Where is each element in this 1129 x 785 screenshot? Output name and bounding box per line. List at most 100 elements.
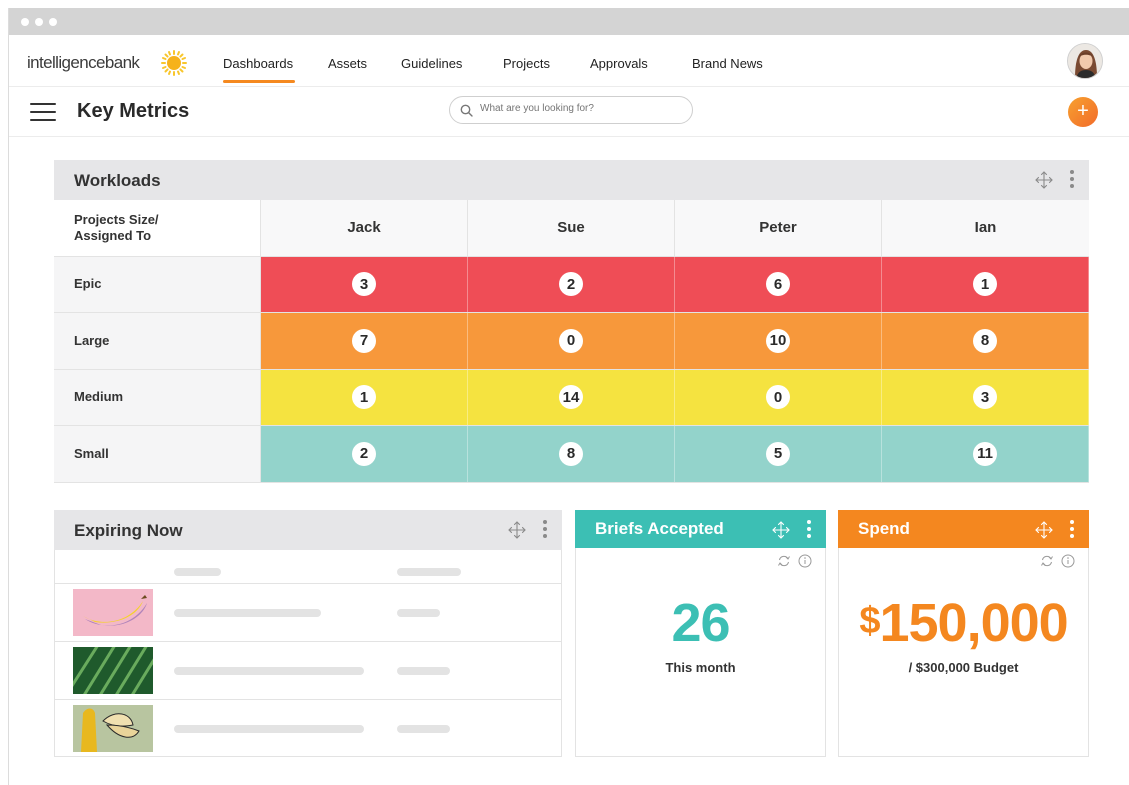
add-button[interactable]: +	[1068, 97, 1098, 127]
table-cell[interactable]: 1	[882, 256, 1089, 312]
list-item[interactable]	[55, 583, 561, 641]
list-item[interactable]	[55, 641, 561, 699]
user-avatar[interactable]	[1067, 43, 1103, 79]
count-badge: 1	[352, 385, 376, 410]
sun-logo-icon	[161, 50, 187, 76]
table-row: Small 2 8 5 11	[54, 426, 1089, 483]
list-item[interactable]	[55, 699, 561, 757]
count-badge: 3	[973, 385, 997, 410]
table-cell[interactable]: 0	[468, 313, 675, 369]
expiring-panel-header: Expiring Now	[54, 510, 562, 550]
banana-image-icon	[73, 589, 153, 636]
table-cell[interactable]: 2	[468, 256, 675, 312]
count-badge: 10	[765, 328, 791, 353]
table-cell[interactable]: 1	[261, 369, 468, 425]
brand-logo[interactable]: intelligencebank	[27, 53, 140, 73]
count-badge: 6	[766, 272, 790, 297]
count-badge: 14	[558, 385, 584, 410]
expiring-title: Expiring Now	[74, 521, 183, 540]
spend-card: $150,000 / $300,000 Budget	[838, 548, 1089, 757]
more-options-icon[interactable]	[1069, 520, 1075, 540]
count-badge: 3	[352, 272, 376, 297]
corner-label: Projects Size/ Assigned To	[54, 200, 261, 256]
table-cell[interactable]: 11	[882, 426, 1089, 482]
briefs-card: 26 This month	[575, 548, 826, 757]
nav-dashboards[interactable]: Dashboards	[223, 56, 293, 71]
row-label: Medium	[54, 369, 261, 425]
nav-assets[interactable]: Assets	[328, 56, 367, 71]
spend-value: 150,000	[879, 593, 1068, 653]
more-options-icon[interactable]	[1069, 170, 1075, 190]
move-icon[interactable]	[772, 521, 790, 539]
page-header: Key Metrics +	[9, 87, 1129, 137]
window-minimize-dot[interactable]	[35, 18, 43, 26]
currency-symbol: $	[859, 600, 880, 642]
window-close-dot[interactable]	[21, 18, 29, 26]
table-cell[interactable]: 3	[261, 256, 468, 312]
workloads-title: Workloads	[74, 171, 161, 190]
expiring-tools	[508, 520, 548, 540]
page-title: Key Metrics	[77, 100, 190, 122]
table-cell[interactable]: 3	[882, 369, 1089, 425]
table-cell[interactable]: 0	[675, 369, 882, 425]
table-cell[interactable]: 7	[261, 313, 468, 369]
nav-brand-news[interactable]: Brand News	[692, 56, 763, 71]
more-options-icon[interactable]	[542, 520, 548, 540]
table-cell[interactable]: 5	[675, 426, 882, 482]
butterfly-image-icon	[73, 705, 153, 752]
top-navigation: intelligencebank Dashboards Assets Guide…	[9, 35, 1129, 87]
table-cell[interactable]: 14	[468, 369, 675, 425]
column-header-placeholder	[174, 568, 221, 576]
move-icon[interactable]	[1035, 171, 1053, 189]
table-cell[interactable]: 6	[675, 256, 882, 312]
table-cell[interactable]: 8	[882, 313, 1089, 369]
corner-label-line2: Assigned To	[74, 227, 152, 243]
count-badge: 0	[559, 328, 583, 353]
corner-label-line1: Projects Size/	[74, 211, 159, 227]
more-options-icon[interactable]	[806, 520, 812, 540]
search-icon	[460, 104, 473, 117]
asset-thumbnail[interactable]	[73, 647, 153, 694]
table-row: Large 7 0 10 8	[54, 313, 1089, 370]
asset-thumbnail[interactable]	[73, 705, 153, 752]
spend-caption: / $300,000 Budget	[908, 660, 1019, 675]
table-row: Epic 3 2 6 1	[54, 256, 1089, 313]
briefs-title: Briefs Accepted	[595, 519, 724, 538]
nav-guidelines[interactable]: Guidelines	[401, 56, 462, 71]
leaf-image-icon	[73, 647, 153, 694]
text-placeholder	[174, 725, 364, 733]
briefs-count: 26	[671, 593, 730, 653]
count-badge: 2	[352, 441, 376, 466]
column-header: Ian	[882, 200, 1089, 256]
nav-approvals[interactable]: Approvals	[590, 56, 648, 71]
window-zoom-dot[interactable]	[49, 18, 57, 26]
table-header-row: Projects Size/ Assigned To Jack Sue Pete…	[54, 200, 1089, 257]
search-box[interactable]	[449, 96, 693, 124]
column-header: Sue	[468, 200, 675, 256]
asset-thumbnail[interactable]	[73, 589, 153, 636]
table-cell[interactable]: 8	[468, 426, 675, 482]
menu-icon[interactable]	[30, 103, 56, 121]
count-badge: 8	[973, 328, 997, 353]
spend-amount: $150,000	[839, 592, 1088, 654]
text-placeholder	[397, 609, 440, 617]
count-badge: 7	[352, 328, 376, 353]
nav-projects[interactable]: Projects	[503, 56, 550, 71]
move-icon[interactable]	[508, 521, 526, 539]
workloads-table: Projects Size/ Assigned To Jack Sue Pete…	[54, 200, 1089, 483]
count-badge: 1	[973, 272, 997, 297]
table-row: Medium 1 14 0 3	[54, 369, 1089, 426]
table-cell[interactable]: 10	[675, 313, 882, 369]
briefs-panel-header: Briefs Accepted	[575, 510, 826, 548]
workloads-panel-header: Workloads	[54, 160, 1089, 200]
count-badge: 0	[766, 385, 790, 410]
column-header: Jack	[261, 200, 468, 256]
refresh-info-icons	[778, 554, 812, 568]
column-header: Peter	[675, 200, 882, 256]
move-icon[interactable]	[1035, 521, 1053, 539]
search-input[interactable]	[480, 103, 680, 114]
count-badge: 5	[766, 441, 790, 466]
row-label: Epic	[54, 256, 261, 312]
active-nav-indicator	[223, 80, 295, 83]
table-cell[interactable]: 2	[261, 426, 468, 482]
